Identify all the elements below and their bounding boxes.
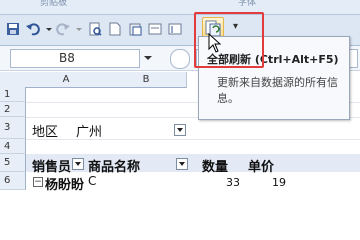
undo-icon[interactable] bbox=[26, 22, 42, 38]
ribbon-group-font: 字体 bbox=[238, 0, 257, 8]
row-header-4[interactable]: 4 bbox=[0, 139, 26, 154]
undo-dropdown-icon[interactable] bbox=[44, 22, 54, 38]
column-header-a[interactable]: A bbox=[26, 72, 107, 88]
redo-dropdown-icon[interactable] bbox=[74, 22, 84, 38]
pivot-header-product: 商品名称 bbox=[88, 160, 141, 175]
pivot-header-price: 单价 bbox=[248, 160, 275, 175]
name-box[interactable]: B8 bbox=[10, 49, 140, 68]
filter-dropdown-button[interactable] bbox=[174, 124, 186, 136]
form-icon[interactable] bbox=[148, 22, 164, 38]
ribbon-group-bar: 剪贴板 字体 bbox=[0, 0, 360, 15]
filter-field-label: 地区 bbox=[32, 125, 59, 140]
tooltip-description: 更新来自数据源的所有信息。 bbox=[217, 76, 338, 105]
ribbon-group-clipboard: 剪贴板 bbox=[40, 0, 68, 8]
sort-icon[interactable] bbox=[168, 22, 184, 38]
salesperson-filter-button[interactable] bbox=[72, 158, 84, 170]
row-header-3[interactable]: 3 bbox=[0, 117, 26, 139]
select-all-corner[interactable] bbox=[0, 72, 27, 88]
print-preview-icon[interactable] bbox=[88, 22, 104, 38]
row-header-1[interactable]: 1 bbox=[0, 87, 26, 102]
row-salesperson-cell[interactable]: 杨盼盼 bbox=[45, 174, 84, 193]
save-icon[interactable] bbox=[6, 22, 22, 38]
highlight-box bbox=[194, 12, 264, 68]
filter-field-value: 广州 bbox=[76, 125, 103, 140]
pivot-header-quantity: 数量 bbox=[202, 160, 229, 175]
name-box-value: B8 bbox=[59, 51, 75, 65]
row-header-2[interactable]: 2 bbox=[0, 102, 26, 117]
new-document-icon[interactable] bbox=[108, 22, 124, 38]
row-quantity-cell[interactable]: 33 bbox=[226, 176, 240, 189]
product-filter-button[interactable] bbox=[176, 158, 188, 170]
collapse-toggle[interactable]: − bbox=[33, 177, 43, 187]
formula-circle-icon[interactable] bbox=[170, 49, 190, 69]
row-header-5[interactable]: 5 bbox=[0, 154, 26, 172]
mouse-cursor-icon bbox=[208, 33, 222, 53]
row-header-6[interactable]: 6 bbox=[0, 172, 26, 190]
row-product-cell[interactable]: C bbox=[88, 174, 96, 188]
row-price-cell[interactable]: 19 bbox=[272, 176, 286, 189]
name-box-dropdown-icon[interactable] bbox=[142, 52, 154, 64]
paste-format-icon[interactable] bbox=[128, 22, 144, 38]
pivot-header-salesperson: 销售员 bbox=[32, 160, 72, 175]
redo-icon[interactable] bbox=[56, 22, 72, 38]
column-header-b[interactable]: B bbox=[106, 72, 187, 88]
